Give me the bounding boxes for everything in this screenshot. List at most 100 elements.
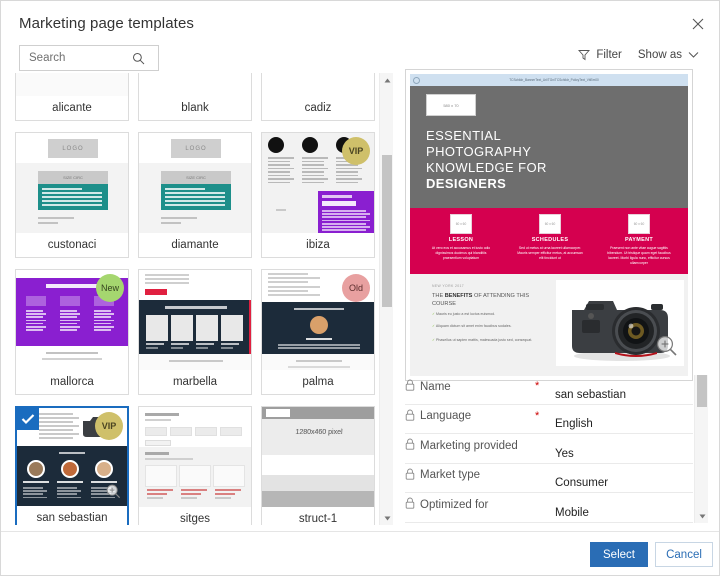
template-thumbnail: 1280x460 pixel 1280x460 pixel bbox=[262, 407, 374, 509]
template-name-label: ibiza bbox=[262, 233, 374, 257]
preview-feature-band: 60 x 60 LESSON At vero eos et accusamus … bbox=[410, 208, 688, 274]
preview-browser-bar: TCSchildr_BannerText_Url/TGn/TCSchildr_P… bbox=[410, 74, 688, 86]
hero-line-2: PHOTOGRAPHY bbox=[426, 144, 532, 159]
dialog-header: Marketing page templates bbox=[1, 1, 719, 45]
marketing-page-templates-dialog: Marketing page templates Fi bbox=[0, 0, 720, 576]
selected-check-icon bbox=[17, 408, 39, 430]
feature-body: Sed ut metus at urna laoreet ullamcorper… bbox=[517, 246, 583, 260]
filter-icon bbox=[578, 50, 591, 61]
lock-icon bbox=[405, 468, 415, 483]
template-name-label: alicante bbox=[16, 96, 128, 120]
property-value: san sebastian bbox=[555, 388, 626, 401]
dialog-footer: Select Cancel bbox=[1, 531, 719, 575]
template-tile[interactable]: sitges bbox=[138, 406, 252, 525]
feature-image-placeholder: 60 x 60 bbox=[628, 214, 650, 234]
select-button[interactable]: Select bbox=[590, 542, 648, 567]
template-tile[interactable]: VIP san sebastian bbox=[15, 406, 129, 525]
property-label: Optimized for bbox=[420, 498, 489, 511]
preview-url: TCSchildr_BannerText_Url/TGn/TCSchildr_P… bbox=[509, 78, 599, 82]
template-thumbnail bbox=[16, 73, 128, 98]
property-label-wrap: Name bbox=[405, 379, 451, 394]
template-tile[interactable]: Old palma bbox=[261, 269, 375, 395]
hero-line-3: KNOWLEDGE FOR bbox=[426, 160, 547, 175]
template-tile[interactable]: LOGO SIZE CIRC diamante bbox=[138, 132, 252, 258]
search-box[interactable] bbox=[19, 45, 159, 71]
filter-button[interactable]: Filter bbox=[570, 47, 630, 63]
benefits-eyebrow: NEW YORK 2017 bbox=[432, 284, 465, 288]
properties-scroll-down-arrow[interactable] bbox=[695, 509, 709, 523]
property-label: Market type bbox=[420, 469, 481, 481]
show-as-button[interactable]: Show as bbox=[630, 47, 707, 63]
template-grid-scroll[interactable]: alicante blank cadiz LOGO SIZE CIRC custonaci… bbox=[15, 73, 377, 525]
close-button[interactable] bbox=[685, 11, 711, 37]
magnifier-plus-icon[interactable] bbox=[656, 335, 678, 362]
chevron-down-icon bbox=[688, 52, 699, 58]
lock-icon bbox=[405, 497, 415, 512]
template-tile[interactable]: alicante bbox=[15, 73, 129, 121]
browser-dot-icon bbox=[413, 76, 420, 84]
lock-icon bbox=[405, 409, 415, 424]
scrollbar-thumb[interactable] bbox=[382, 155, 392, 307]
property-label-wrap: Marketing provided bbox=[405, 438, 518, 453]
property-row: Language * English bbox=[405, 405, 693, 434]
preview-benefits-section: NEW YORK 2017 THE BENEFITS OF ATTENDING … bbox=[410, 274, 688, 376]
hero-line-bold: DESIGNERS bbox=[426, 176, 507, 191]
property-row: Marketing provided Yes bbox=[405, 434, 693, 464]
template-name-label: mallorca bbox=[16, 370, 128, 394]
property-label-wrap: Market type bbox=[405, 468, 480, 483]
property-row: Name * san sebastian bbox=[405, 375, 693, 405]
benefits-title: THE BENEFITS OF ATTENDING THIS COURSE bbox=[432, 292, 542, 308]
preview-hero: 580 x 70 ESSENTIAL PHOTOGRAPHY KNOWLEDGE… bbox=[410, 86, 688, 208]
feature-title: PAYMENT bbox=[624, 237, 654, 243]
template-tile[interactable]: VIP ibiza bbox=[261, 132, 375, 258]
scroll-up-arrow[interactable] bbox=[380, 73, 393, 87]
preview-frame: TCSchildr_BannerText_Url/TGn/TCSchildr_P… bbox=[405, 69, 693, 381]
template-badge-new: New bbox=[96, 274, 124, 302]
feature-column-lesson: 60 x 60 LESSON At vero eos et accusamus … bbox=[420, 214, 502, 261]
template-thumbnail bbox=[139, 73, 251, 98]
template-name-label: blank bbox=[139, 96, 251, 120]
template-tile[interactable]: blank bbox=[138, 73, 252, 121]
template-properties: Name * san sebastian Language * English Mark… bbox=[405, 375, 693, 523]
template-name-label: cadiz bbox=[262, 96, 374, 120]
template-tile[interactable]: 1280x460 pixel 1280x460 pixel struct-1 bbox=[261, 406, 375, 525]
template-name-label: struct-1 bbox=[262, 507, 374, 525]
search-input[interactable] bbox=[20, 46, 128, 70]
camera-image bbox=[556, 280, 684, 366]
template-name-label: palma bbox=[262, 370, 374, 394]
search-icon[interactable] bbox=[128, 46, 148, 70]
template-grid-panel: alicante blank cadiz LOGO SIZE CIRC custonaci… bbox=[15, 73, 393, 525]
properties-scrollbar[interactable] bbox=[694, 375, 708, 523]
command-bar: Filter Show as bbox=[1, 45, 719, 71]
template-thumbnail bbox=[262, 73, 374, 98]
benefits-title-bold: BENEFITS bbox=[444, 293, 473, 299]
property-row: Market type Consumer bbox=[405, 464, 693, 493]
property-label-wrap: Language bbox=[405, 409, 471, 424]
cancel-button[interactable]: Cancel bbox=[655, 542, 713, 567]
template-tile[interactable]: New mallorca bbox=[15, 269, 129, 395]
template-name-label: marbella bbox=[139, 370, 251, 394]
lock-icon bbox=[405, 438, 415, 453]
property-label: Marketing provided bbox=[420, 439, 518, 452]
template-tile[interactable]: cadiz bbox=[261, 73, 375, 121]
template-badge-old: Old bbox=[342, 274, 370, 302]
hero-heading: ESSENTIAL PHOTOGRAPHY KNOWLEDGE FOR DESI… bbox=[426, 128, 547, 192]
template-grid-scrollbar[interactable] bbox=[379, 73, 393, 525]
template-tile[interactable]: LOGO SIZE CIRC custonaci bbox=[15, 132, 129, 258]
template-thumbnail bbox=[139, 270, 251, 372]
properties-scrollbar-thumb[interactable] bbox=[697, 375, 707, 407]
template-name-label: sitges bbox=[139, 507, 251, 525]
template-tile[interactable]: marbella bbox=[138, 269, 252, 395]
feature-image-placeholder: 60 x 60 bbox=[450, 214, 472, 234]
scroll-down-arrow[interactable] bbox=[380, 511, 393, 525]
template-thumbnail: LOGO SIZE CIRC bbox=[139, 133, 251, 235]
feature-column-schedules: 60 x 60 SCHEDULES Sed ut metus at urna l… bbox=[509, 214, 591, 261]
hero-line-1: ESSENTIAL bbox=[426, 128, 502, 143]
template-badge-vip: VIP bbox=[342, 137, 370, 165]
show-as-label: Show as bbox=[637, 49, 682, 61]
feature-image-placeholder: 60 x 60 bbox=[539, 214, 561, 234]
template-badge-vip: VIP bbox=[95, 412, 123, 440]
benefits-bullet-text: Mauris eu justo a est luctus euismod. bbox=[436, 312, 496, 316]
benefits-title-prefix: THE bbox=[432, 293, 445, 299]
benefits-bullet: ✓ Phasellus ut sapien mattis, malesuada … bbox=[432, 338, 544, 343]
